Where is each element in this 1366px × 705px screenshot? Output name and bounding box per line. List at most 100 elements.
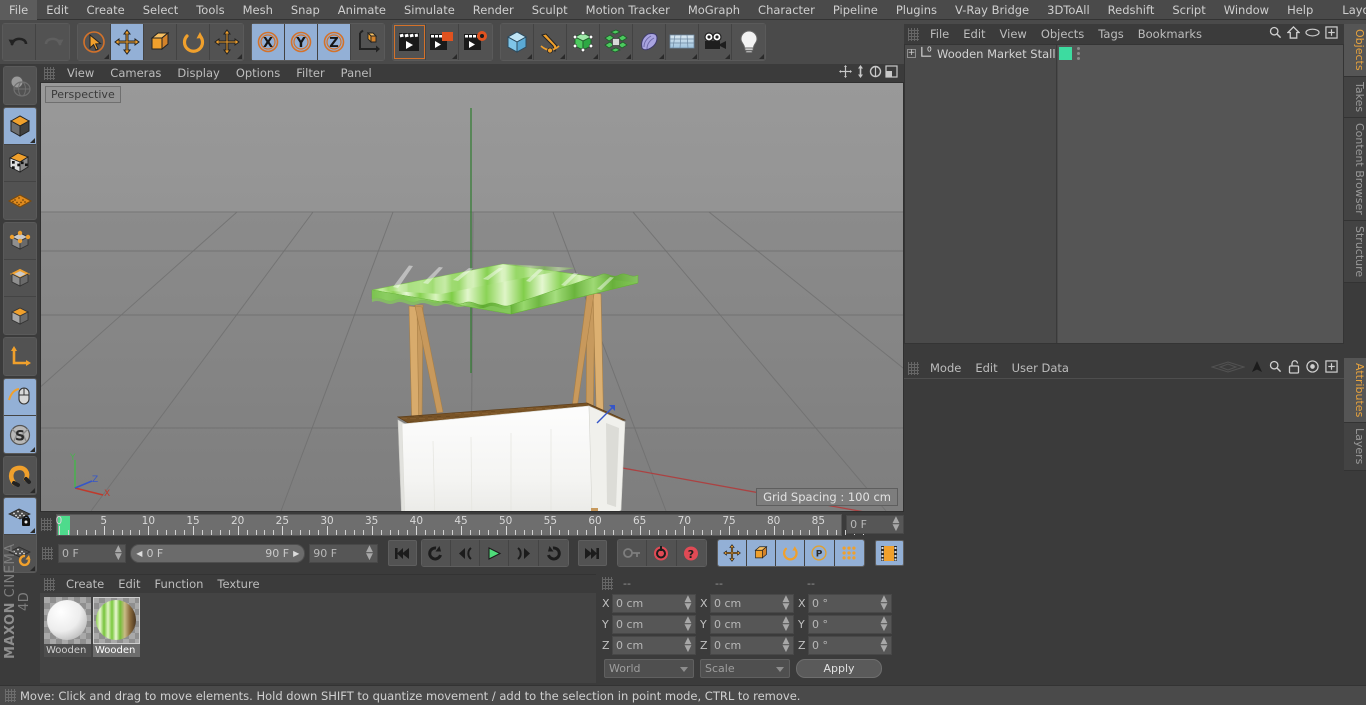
add-spline-button[interactable] — [534, 24, 567, 60]
menu-item-3dtoall[interactable]: 3DToAll — [1038, 0, 1099, 20]
autokeying-button[interactable] — [647, 540, 677, 566]
size-mode-dropdown[interactable]: Scale — [700, 659, 790, 678]
panel-gripper-icon[interactable] — [5, 689, 16, 702]
object-row-wooden-market-stall[interactable]: + 0 Wooden Market Stall — [905, 45, 1056, 62]
material-menu-item-function[interactable]: Function — [148, 577, 211, 591]
size-field[interactable]: 0 cm ▲ ▼ — [710, 593, 794, 613]
material-list[interactable]: Wooden Wooden — [40, 593, 596, 683]
viewport-menu-item-filter[interactable]: Filter — [288, 66, 332, 80]
texture-mode-button[interactable] — [4, 182, 36, 219]
render-to-picture-viewer-button[interactable] — [426, 24, 459, 60]
attribute-menu-item-edit[interactable]: Edit — [968, 361, 1004, 375]
menu-item-pipeline[interactable]: Pipeline — [824, 0, 887, 20]
scale-tool[interactable] — [144, 24, 177, 60]
points-mode-button[interactable] — [4, 223, 36, 260]
add-light-button[interactable] — [732, 24, 765, 60]
right-tab-structure[interactable]: Structure — [1344, 220, 1366, 283]
move-tool[interactable] — [111, 24, 144, 60]
lock-z-axis-button[interactable]: Z — [318, 24, 351, 60]
material-item[interactable]: Wooden — [44, 597, 91, 683]
right-tab-attributes[interactable]: Attributes — [1344, 358, 1366, 424]
add-scene-object-button[interactable] — [633, 24, 666, 60]
arrow-up-icon[interactable] — [1251, 360, 1263, 376]
spinner-icon[interactable]: ▲ ▼ — [684, 637, 692, 654]
timeline-filmstrip-button[interactable] — [874, 540, 904, 566]
spinner-icon[interactable]: ▲ ▼ — [892, 516, 900, 533]
menu-item-select[interactable]: Select — [134, 0, 187, 20]
right-tab-takes[interactable]: Takes — [1344, 76, 1366, 118]
right-tab-objects[interactable]: Objects — [1344, 24, 1366, 77]
spinner-icon[interactable]: ▲ ▼ — [684, 616, 692, 633]
attribute-menu-item-mode[interactable]: Mode — [923, 361, 968, 375]
key-parameter-button[interactable]: P — [805, 540, 835, 566]
position-field[interactable]: 0 cm ▲ ▼ — [612, 614, 696, 634]
menu-item-render[interactable]: Render — [464, 0, 523, 20]
menu-item-sculpt[interactable]: Sculpt — [523, 0, 577, 20]
current-frame-field[interactable]: 0 F ▲ ▼ — [58, 543, 127, 563]
material-thumbnail[interactable] — [93, 597, 140, 644]
lock-workplane-button[interactable] — [4, 498, 36, 535]
add-camera-button[interactable] — [699, 24, 732, 60]
viewport-menu-item-panel[interactable]: Panel — [333, 66, 380, 80]
material-tag-swatch[interactable] — [1059, 47, 1072, 60]
keyframe-help-button[interactable]: ? — [676, 540, 706, 566]
expand-toggle-icon[interactable]: + — [907, 49, 916, 58]
make-editable-button[interactable] — [4, 108, 36, 145]
material-menu-item-edit[interactable]: Edit — [111, 577, 147, 591]
object-menu-item-view[interactable]: View — [993, 27, 1034, 41]
live-selection-tool[interactable] — [78, 24, 111, 60]
panel-gripper-icon[interactable] — [44, 577, 55, 591]
viewport-menu-item-options[interactable]: Options — [228, 66, 288, 80]
maximize-view-icon[interactable] — [885, 65, 898, 81]
menu-item-edit[interactable]: Edit — [37, 0, 77, 20]
perspective-viewport[interactable]: Perspective Y X Z Grid Spacing : 100 cm — [40, 82, 904, 512]
object-menu-item-bookmarks[interactable]: Bookmarks — [1131, 27, 1209, 41]
spinner-icon[interactable]: ▲ ▼ — [880, 595, 888, 612]
attribute-menu-item-user-data[interactable]: User Data — [1005, 361, 1076, 375]
key-scale-button[interactable] — [746, 540, 777, 566]
menu-item-help[interactable]: Help — [1278, 0, 1322, 20]
plane-icon[interactable] — [1210, 360, 1246, 376]
soft-selection-button[interactable]: S — [4, 416, 36, 453]
tag-dots-icon[interactable] — [1077, 47, 1080, 60]
panel-gripper-icon[interactable] — [42, 546, 53, 560]
viewport-menu-item-display[interactable]: Display — [169, 66, 227, 80]
current-frame-field-right[interactable]: 0 F ▲ ▼ — [846, 514, 904, 534]
range-left-arrow-icon[interactable]: ◀ — [136, 549, 142, 558]
object-menu-item-file[interactable]: File — [923, 27, 956, 41]
panel-gripper-icon[interactable] — [41, 517, 52, 531]
spinner-icon[interactable]: ▲ ▼ — [880, 637, 888, 654]
apply-button[interactable]: Apply — [796, 659, 882, 678]
render-settings-button[interactable] — [459, 24, 492, 60]
go-to-start-button[interactable] — [387, 540, 417, 566]
play-button[interactable] — [480, 540, 510, 566]
move-alt-tool[interactable] — [210, 24, 243, 60]
lock-y-axis-button[interactable]: Y — [285, 24, 318, 60]
add-generator-button[interactable] — [567, 24, 600, 60]
right-tab-content-browser[interactable]: Content Browser — [1344, 117, 1366, 221]
preview-range-slider[interactable]: ◀ 0 F 90 F ▶ — [130, 543, 306, 563]
menu-item-window[interactable]: Window — [1215, 0, 1278, 20]
object-menu-item-objects[interactable]: Objects — [1034, 27, 1091, 41]
lock-x-axis-button[interactable]: X — [252, 24, 285, 60]
rotation-field[interactable]: 0 ° ▲ ▼ — [808, 614, 892, 634]
material-menu-item-texture[interactable]: Texture — [210, 577, 266, 591]
world-object-coordinate-button[interactable] — [351, 24, 384, 60]
enable-axis-modification-button[interactable] — [4, 338, 36, 375]
menu-item-mesh[interactable]: Mesh — [234, 0, 282, 20]
key-pla-button[interactable] — [834, 540, 864, 566]
undo-view-button[interactable] — [4, 67, 36, 104]
spinner-icon[interactable]: ▲ ▼ — [684, 595, 692, 612]
unlock-icon[interactable] — [1288, 359, 1300, 377]
search-icon[interactable] — [1269, 360, 1282, 376]
menu-item-redshift[interactable]: Redshift — [1099, 0, 1164, 20]
step-forward-button[interactable] — [509, 540, 539, 566]
panel-divider[interactable] — [904, 352, 1344, 356]
target-icon[interactable] — [1306, 360, 1319, 376]
menu-item-animate[interactable]: Animate — [329, 0, 395, 20]
menu-item-snap[interactable]: Snap — [282, 0, 329, 20]
eye-icon[interactable] — [1305, 27, 1320, 41]
add-environment-button[interactable] — [666, 24, 699, 60]
menu-item-file[interactable]: File — [0, 0, 38, 20]
viewport-solo-button[interactable] — [4, 379, 36, 416]
